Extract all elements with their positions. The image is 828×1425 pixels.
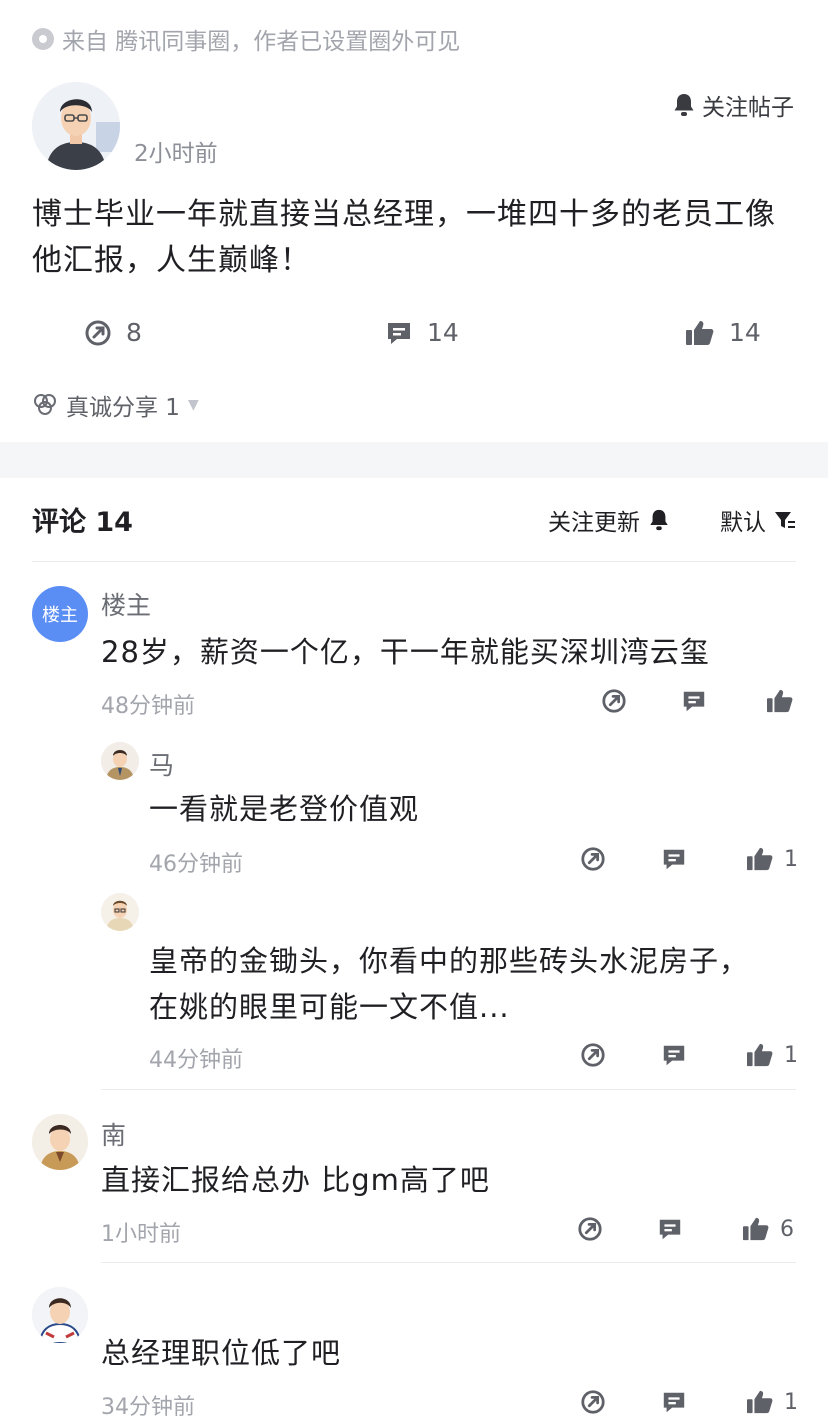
post-time: 2小时前 — [134, 141, 218, 167]
comment-like-button[interactable] — [766, 688, 794, 714]
follow-update-button[interactable]: 关注更新 — [548, 503, 670, 537]
reply-reply-button[interactable] — [661, 846, 687, 872]
post-text: 博士毕业一年就直接当总经理，一堆四十多的老员工像他汇报，人生巅峰！ — [32, 197, 776, 278]
share-label: 真诚分享 1 — [66, 395, 180, 421]
reply-like-button[interactable]: 1 — [746, 846, 798, 872]
reply-time: 46分钟前 — [149, 852, 243, 877]
comment-author[interactable]: 南 — [101, 1116, 126, 1152]
comment-like-count: 6 — [780, 1216, 794, 1242]
share-arrow-icon — [601, 688, 627, 714]
comment-button[interactable]: 14 — [385, 318, 459, 347]
comment-avatar[interactable] — [32, 1114, 88, 1170]
visibility-icon — [32, 28, 54, 50]
comment-icon — [385, 319, 413, 347]
share-arrow-icon — [580, 1389, 606, 1415]
comment-text: 总经理职位低了吧 — [101, 1336, 342, 1370]
thumbs-up-icon — [685, 319, 715, 347]
reply-avatar[interactable] — [101, 893, 139, 931]
reply-author[interactable]: 马 — [149, 746, 174, 782]
reply-like-count: 1 — [784, 1042, 798, 1068]
like-count: 14 — [729, 318, 761, 347]
comment-icon — [657, 1216, 683, 1242]
sort-button[interactable]: 默认 — [720, 503, 796, 537]
forward-button[interactable]: 8 — [84, 318, 142, 347]
divider — [101, 1089, 796, 1090]
divider — [101, 1262, 796, 1263]
share-arrow-icon — [580, 846, 606, 872]
reply-avatar[interactable] — [101, 742, 139, 780]
chevron-down-icon: ▼ — [187, 397, 199, 413]
comments-title: 评论 14 — [32, 507, 133, 538]
share-arrow-icon — [580, 1042, 606, 1068]
bell-icon — [648, 508, 670, 532]
comment-author[interactable]: 楼主 — [101, 586, 151, 622]
thumbs-up-icon — [742, 1216, 770, 1242]
reply-text: 一看就是老登价值观 — [149, 792, 420, 826]
flower-icon — [32, 393, 58, 417]
comment-icon — [661, 1389, 687, 1415]
comment-reply-button[interactable] — [657, 1216, 683, 1242]
thumbs-up-icon — [766, 688, 794, 714]
like-button[interactable]: 14 — [685, 318, 761, 347]
reply-text: 皇帝的金锄头，你看中的那些砖头水泥房子，在姚的眼里可能一文不值... — [149, 944, 750, 1024]
comment-icon — [661, 1042, 687, 1068]
follow-update-label: 关注更新 — [548, 510, 640, 536]
comment-like-count: 1 — [784, 1389, 798, 1415]
comment-reply-button[interactable] — [681, 688, 707, 714]
follow-post-button[interactable]: 关注帖子 — [672, 88, 794, 122]
comment-time: 48分钟前 — [101, 694, 195, 719]
comment-text: 直接汇报给总办 比gm高了吧 — [101, 1163, 490, 1197]
comment-forward-button[interactable] — [601, 688, 627, 714]
comment-icon — [681, 688, 707, 714]
comment-count: 14 — [427, 318, 459, 347]
comment-reply-button[interactable] — [661, 1389, 687, 1415]
thumbs-up-icon — [746, 1042, 774, 1068]
share-arrow-icon — [84, 319, 112, 347]
bell-icon — [672, 92, 696, 118]
comment-icon — [661, 846, 687, 872]
sort-label: 默认 — [720, 510, 766, 536]
filter-icon — [774, 509, 796, 531]
reply-time: 44分钟前 — [149, 1048, 243, 1073]
reply-like-button[interactable]: 1 — [746, 1042, 798, 1068]
comment-like-button[interactable]: 6 — [742, 1216, 794, 1242]
thumbs-up-icon — [746, 1389, 774, 1415]
reply-forward-button[interactable] — [580, 846, 606, 872]
comment-time: 34分钟前 — [101, 1395, 195, 1420]
share-arrow-icon — [577, 1216, 603, 1242]
source-text: 来自 腾讯同事圈，作者已设置圈外可见 — [62, 29, 461, 55]
reply-reply-button[interactable] — [661, 1042, 687, 1068]
section-divider — [0, 442, 828, 478]
reply-forward-button[interactable] — [580, 1042, 606, 1068]
author-avatar[interactable] — [32, 82, 120, 170]
thumbs-up-icon — [746, 846, 774, 872]
comment-text: 28岁，薪资一个亿，干一年就能买深圳湾云玺 — [101, 635, 710, 669]
forward-count: 8 — [126, 318, 142, 347]
comment-avatar[interactable] — [32, 1287, 88, 1343]
sincere-share[interactable]: 真诚分享 1 ▼ — [32, 388, 199, 422]
source-line: 来自 腾讯同事圈，作者已设置圈外可见 — [32, 22, 460, 56]
divider — [32, 561, 796, 562]
comment-like-button[interactable]: 1 — [746, 1389, 798, 1415]
op-avatar-badge[interactable]: 楼主 — [32, 586, 88, 642]
comment-forward-button[interactable] — [577, 1216, 603, 1242]
reply-like-count: 1 — [784, 846, 798, 872]
comment-time: 1小时前 — [101, 1222, 181, 1247]
comment-forward-button[interactable] — [580, 1389, 606, 1415]
follow-post-label: 关注帖子 — [702, 95, 794, 121]
